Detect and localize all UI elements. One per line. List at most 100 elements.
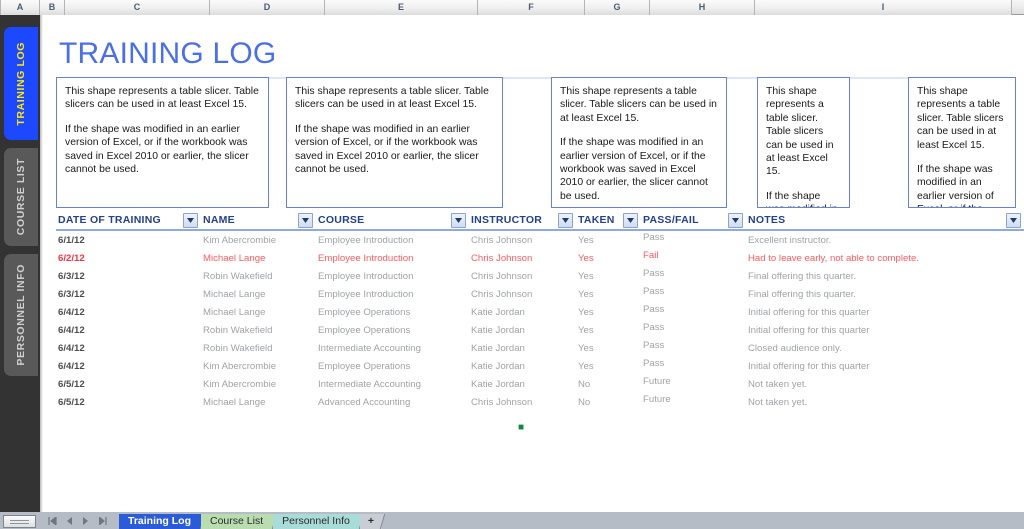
cell-taken[interactable]: Yes [576,285,641,300]
cell-name[interactable]: Kim Abercrombie [201,231,316,246]
table-row[interactable]: 6/4/12 Kim Abercrombie Employee Operations… [56,357,1024,375]
cell-date[interactable]: 6/4/12 [56,321,201,336]
slicer-shape-5[interactable]: This shape represents a table slicer. Ta… [908,77,1016,208]
cell-taken[interactable]: Yes [576,231,641,246]
cell-notes[interactable]: Final offering this quarter. [746,285,1024,300]
cell-instructor[interactable]: Chris Johnson [469,285,576,300]
filter-dropdown-icon[interactable] [298,213,313,228]
column-header-i[interactable]: I [755,0,1012,15]
cell-course[interactable]: Employee Operations [316,357,469,372]
cell-name[interactable]: Kim Abercrombie [201,375,316,390]
cell-course[interactable]: Employee Operations [316,303,469,318]
cell-grade[interactable]: Future [641,393,746,405]
cell-course[interactable]: Intermediate Accounting [316,339,469,354]
column-header-c[interactable]: C [65,0,210,15]
cell-date[interactable]: 6/1/12 [56,231,201,246]
cell-course[interactable]: Intermediate Accounting [316,375,469,390]
column-header-d[interactable]: D [210,0,325,15]
cell-notes[interactable]: Initial offering for this quarter [746,357,1024,372]
first-sheet-icon[interactable] [44,514,60,527]
table-row[interactable]: 6/3/12 Robin Wakefield Employee Introducti… [56,267,1024,285]
cell-notes[interactable]: Initial offering for this quarter [746,303,1024,318]
cell-notes[interactable]: Not taken yet. [746,393,1024,408]
slicer-shape-1[interactable]: This shape represents a table slicer. Ta… [56,77,269,208]
table-row[interactable]: 6/4/12 Michael Lange Employee Operations Ka… [56,303,1024,321]
cell-taken[interactable]: No [576,375,641,390]
cell-taken[interactable]: Yes [576,303,641,318]
sidebar-tab-course-list[interactable]: COURSE LIST [4,148,38,246]
slicer-shape-3[interactable]: This shape represents a table slicer. Ta… [551,77,727,208]
cell-name[interactable]: Michael Lange [201,249,316,264]
table-row[interactable]: 6/4/12 Robin Wakefield Employee Operations… [56,321,1024,339]
cell-course[interactable]: Employee Introduction [316,231,469,246]
sheet-tab-personnel-info[interactable]: Personnel Info [273,514,361,529]
cell-notes[interactable]: Closed audience only. [746,339,1024,354]
slicer-shape-4[interactable]: This shape represents a table slicer. Ta… [757,77,850,208]
filter-dropdown-icon[interactable] [728,213,743,228]
cell-name[interactable]: Michael Lange [201,285,316,300]
column-header-h[interactable]: H [650,0,755,15]
cell-taken[interactable]: Yes [576,249,641,264]
filter-dropdown-icon[interactable] [558,213,573,228]
cell-grade[interactable]: Pass [641,231,746,243]
cell-grade[interactable]: Fail [641,249,746,261]
cell-notes[interactable]: Excellent instructor. [746,231,1024,246]
cell-taken[interactable]: Yes [576,339,641,354]
cell-notes[interactable]: Initial offering for this quarter [746,321,1024,336]
sidebar-tab-training-log[interactable]: TRAINING LOG [4,27,38,140]
add-sheet[interactable]: + [359,514,382,529]
slicer-shape-2[interactable]: This shape represents a table slicer. Ta… [286,77,503,208]
cell-notes[interactable]: Final offering this quarter. [746,267,1024,282]
sheet-tab-training-log[interactable]: Training Log [119,514,202,529]
column-header-a[interactable]: A [0,0,40,15]
cell-grade[interactable]: Pass [641,285,746,297]
cell-date[interactable]: 6/4/12 [56,357,201,372]
filter-dropdown-icon[interactable] [451,213,466,228]
cell-course[interactable]: Employee Introduction [316,267,469,282]
table-row[interactable]: 6/4/12 Robin Wakefield Intermediate Accoun… [56,339,1024,357]
cell-taken[interactable]: Yes [576,321,641,336]
cell-date[interactable]: 6/4/12 [56,339,201,354]
cell-notes[interactable]: Not taken yet. [746,375,1024,390]
cell-taken[interactable]: Yes [576,267,641,282]
cell-date[interactable]: 6/5/12 [56,375,201,390]
sidebar-tab-personnel-info[interactable]: PERSONNEL INFO [4,254,38,376]
cell-instructor[interactable]: Katie Jordan [469,375,576,390]
cell-grade[interactable]: Pass [641,267,746,279]
cell-course[interactable]: Employee Introduction [316,249,469,264]
cell-date[interactable]: 6/3/12 [56,267,201,282]
cell-date[interactable]: 6/3/12 [56,285,201,300]
column-header-e[interactable]: E [325,0,478,15]
cell-name[interactable]: Kim Abercrombie [201,357,316,372]
cell-taken[interactable]: No [576,393,641,408]
cell-grade[interactable]: Pass [641,357,746,369]
cell-instructor[interactable]: Katie Jordan [469,357,576,372]
table-row[interactable]: 6/1/12 Kim Abercrombie Employee Introducti… [56,231,1024,249]
cell-course[interactable]: Employee Introduction [316,285,469,300]
cell-instructor[interactable]: Chris Johnson [469,249,576,264]
cell-instructor[interactable]: Chris Johnson [469,231,576,246]
cell-taken[interactable]: Yes [576,357,641,372]
cell-instructor[interactable]: Katie Jordan [469,321,576,336]
table-row[interactable]: 6/5/12 Kim Abercrombie Intermediate Accoun… [56,375,1024,393]
column-header-f[interactable]: F [478,0,585,15]
cell-name[interactable]: Robin Wakefield [201,339,316,354]
cell-course[interactable]: Employee Operations [316,321,469,336]
cell-grade[interactable]: Pass [641,303,746,315]
horizontal-scrollbar[interactable] [3,515,36,528]
cell-name[interactable]: Michael Lange [201,303,316,318]
column-header-b[interactable]: B [40,0,65,15]
table-row[interactable]: 6/2/12 Michael Lange Employee Introduction… [56,249,1024,267]
cell-instructor[interactable]: Katie Jordan [469,303,576,318]
cell-instructor[interactable]: Chris Johnson [469,267,576,282]
sheet-tab-course-list[interactable]: Course List [201,514,275,529]
column-header-g[interactable]: G [585,0,650,15]
cell-instructor[interactable]: Katie Jordan [469,339,576,354]
table-row[interactable]: 6/3/12 Michael Lange Employee Introduction… [56,285,1024,303]
cell-grade[interactable]: Pass [641,321,746,333]
cell-instructor[interactable]: Chris Johnson [469,393,576,408]
cell-name[interactable]: Michael Lange [201,393,316,408]
filter-dropdown-icon[interactable] [183,213,198,228]
filter-dropdown-icon[interactable] [1006,213,1021,228]
cell-notes[interactable]: Had to leave early, not able to complete… [746,249,1024,264]
